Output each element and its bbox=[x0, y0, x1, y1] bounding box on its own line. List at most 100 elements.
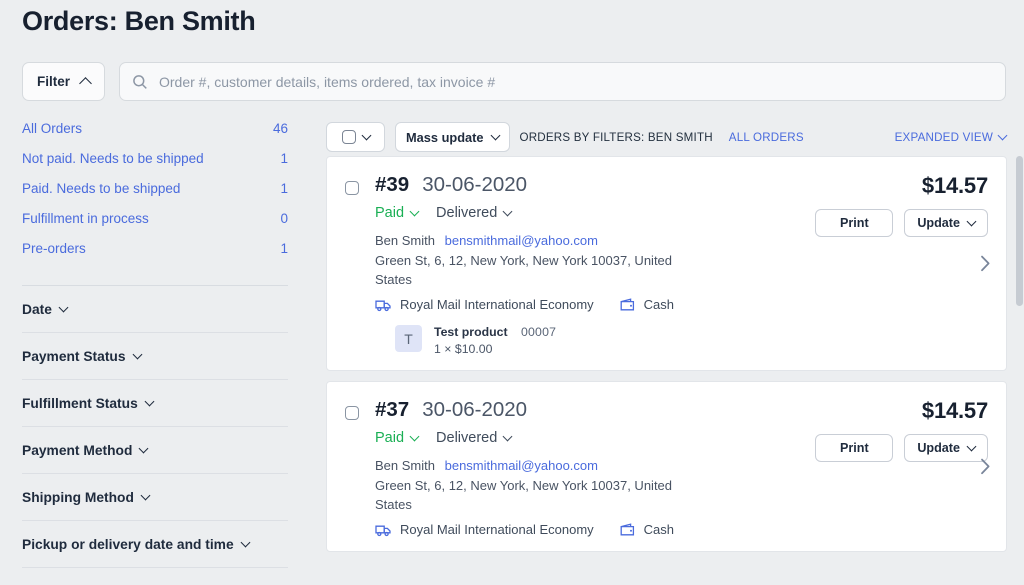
sidebar-item-pre-orders[interactable]: Pre-orders 1 bbox=[22, 241, 288, 271]
order-customer-row: Ben Smith bensmithmail@yahoo.com bbox=[375, 458, 788, 473]
accordion-label: Pickup or delivery date and time bbox=[22, 537, 234, 552]
product-name: Test product bbox=[434, 325, 508, 339]
chevron-down-icon bbox=[240, 537, 250, 547]
payment-method: Cash bbox=[620, 522, 674, 537]
chevron-down-icon bbox=[132, 349, 142, 359]
order-expand-arrow[interactable] bbox=[978, 460, 992, 474]
mass-update-label: Mass update bbox=[406, 130, 484, 145]
order-details: #39 30-06-2020 Paid Delivered bbox=[375, 173, 788, 356]
checkbox-icon[interactable] bbox=[342, 130, 356, 144]
fulfillment-status-dropdown[interactable]: Delivered bbox=[436, 205, 511, 221]
print-button[interactable]: Print bbox=[815, 209, 893, 237]
filter-accordion-payment-status[interactable]: Payment Status bbox=[22, 333, 288, 380]
chevron-down-icon bbox=[139, 443, 149, 453]
chevron-down-icon bbox=[410, 431, 420, 441]
product-info: Test product 00007 1 × $10.00 bbox=[434, 325, 556, 356]
scrollbar-thumb[interactable] bbox=[1016, 156, 1023, 306]
chevron-down-icon bbox=[144, 396, 154, 406]
order-card-right: $14.57 Print Update bbox=[788, 398, 988, 462]
order-card[interactable]: #37 30-06-2020 Paid Delivered bbox=[326, 381, 1007, 552]
chevron-down-icon bbox=[967, 216, 977, 226]
order-date: 30-06-2020 bbox=[422, 173, 527, 197]
payment-method: Cash bbox=[620, 297, 674, 312]
filter-accordion-fulfillment-status[interactable]: Fulfillment Status bbox=[22, 380, 288, 427]
chevron-down-icon bbox=[58, 302, 68, 312]
quick-filter-count: 46 bbox=[273, 121, 288, 136]
order-id-row: #37 30-06-2020 bbox=[375, 398, 788, 422]
chevron-down-icon bbox=[410, 206, 420, 216]
customer-name: Ben Smith bbox=[375, 458, 435, 473]
order-actions: Print Update bbox=[815, 209, 988, 237]
print-button-label: Print bbox=[840, 216, 869, 230]
filter-button-label: Filter bbox=[37, 74, 70, 89]
order-select-checkbox[interactable] bbox=[345, 181, 359, 195]
accordion-label: Payment Method bbox=[22, 443, 132, 458]
chevron-up-icon bbox=[79, 77, 92, 90]
filter-accordion-shipping-method[interactable]: Shipping Method bbox=[22, 474, 288, 521]
order-number: #39 bbox=[375, 173, 409, 197]
mass-update-button[interactable]: Mass update bbox=[395, 122, 510, 152]
order-expand-arrow[interactable] bbox=[978, 257, 992, 271]
print-button[interactable]: Print bbox=[815, 434, 893, 462]
search-field-wrapper[interactable] bbox=[119, 62, 1006, 101]
shipping-method: Royal Mail International Economy bbox=[375, 522, 594, 537]
filter-accordion-date[interactable]: Date bbox=[22, 286, 288, 333]
order-status-row: Paid Delivered bbox=[375, 430, 788, 446]
filter-accordion-pickup-delivery-datetime[interactable]: Pickup or delivery date and time bbox=[22, 521, 288, 568]
sidebar-item-all-orders[interactable]: All Orders 46 bbox=[22, 121, 288, 151]
accordion-label: Shipping Method bbox=[22, 490, 134, 505]
customer-email-link[interactable]: bensmithmail@yahoo.com bbox=[445, 233, 598, 248]
order-card-top: #37 30-06-2020 Paid Delivered bbox=[345, 398, 988, 537]
fulfillment-status-dropdown[interactable]: Delivered bbox=[436, 430, 511, 446]
payment-status-dropdown[interactable]: Paid bbox=[375, 430, 418, 446]
print-button-label: Print bbox=[840, 441, 869, 455]
order-total: $14.57 bbox=[922, 398, 988, 424]
select-all-dropdown[interactable] bbox=[326, 122, 385, 152]
all-orders-link[interactable]: ALL ORDERS bbox=[729, 131, 804, 144]
order-meta-row: Royal Mail International Economy bbox=[375, 297, 788, 312]
quick-filter-label: Not paid. Needs to be shipped bbox=[22, 151, 204, 166]
order-address: Green St, 6, 12, New York, New York 1003… bbox=[375, 476, 705, 514]
quick-filter-label: All Orders bbox=[22, 121, 82, 136]
orders-by-filters-note: ORDERS BY FILTERS: BEN SMITH bbox=[520, 131, 713, 144]
order-select-checkbox[interactable] bbox=[345, 406, 359, 420]
truck-icon bbox=[375, 298, 392, 312]
search-input[interactable] bbox=[159, 74, 993, 90]
payment-status-dropdown[interactable]: Paid bbox=[375, 205, 418, 221]
quick-filter-count: 1 bbox=[280, 241, 288, 256]
customer-email-link[interactable]: bensmithmail@yahoo.com bbox=[445, 458, 598, 473]
order-status-row: Paid Delivered bbox=[375, 205, 788, 221]
filter-accordion-payment-method[interactable]: Payment Method bbox=[22, 427, 288, 474]
search-toolbar: Filter bbox=[22, 62, 1006, 101]
order-product-row[interactable]: T Test product 00007 1 × $10.00 bbox=[395, 325, 788, 356]
customer-name: Ben Smith bbox=[375, 233, 435, 248]
search-icon bbox=[132, 74, 148, 90]
order-address: Green St, 6, 12, New York, New York 1003… bbox=[375, 251, 705, 289]
update-button[interactable]: Update bbox=[904, 209, 988, 237]
filter-button[interactable]: Filter bbox=[22, 62, 105, 101]
expanded-view-toggle[interactable]: EXPANDED VIEW bbox=[895, 131, 1006, 144]
product-qty-price: 1 × $10.00 bbox=[434, 342, 556, 356]
update-button[interactable]: Update bbox=[904, 434, 988, 462]
accordion-label: Date bbox=[22, 302, 52, 317]
quick-filter-list: All Orders 46 Not paid. Needs to be ship… bbox=[22, 121, 288, 271]
quick-filter-count: 1 bbox=[280, 181, 288, 196]
update-button-label: Update bbox=[917, 441, 960, 455]
orders-scrollbar[interactable] bbox=[1015, 156, 1024, 585]
sidebar-item-fulfillment-in-process[interactable]: Fulfillment in process 0 bbox=[22, 211, 288, 241]
chevron-down-icon bbox=[998, 130, 1008, 140]
order-meta-row: Royal Mail International Economy bbox=[375, 522, 788, 537]
chevron-down-icon bbox=[967, 441, 977, 451]
order-details: #37 30-06-2020 Paid Delivered bbox=[375, 398, 788, 537]
order-card-top: #39 30-06-2020 Paid Delivered bbox=[345, 173, 988, 356]
product-thumbnail: T bbox=[395, 325, 422, 352]
accordion-label: Fulfillment Status bbox=[22, 396, 138, 411]
fulfillment-status-label: Delivered bbox=[436, 205, 497, 221]
order-card[interactable]: #39 30-06-2020 Paid Delivered bbox=[326, 156, 1007, 371]
orders-toolbar: Mass update ORDERS BY FILTERS: BEN SMITH… bbox=[326, 118, 1024, 156]
sidebar-item-paid-needs-shipping[interactable]: Paid. Needs to be shipped 1 bbox=[22, 181, 288, 211]
quick-filter-label: Paid. Needs to be shipped bbox=[22, 181, 180, 196]
chevron-down-icon bbox=[361, 130, 371, 140]
payment-method-label: Cash bbox=[644, 522, 674, 537]
sidebar-item-not-paid-needs-shipping[interactable]: Not paid. Needs to be shipped 1 bbox=[22, 151, 288, 181]
